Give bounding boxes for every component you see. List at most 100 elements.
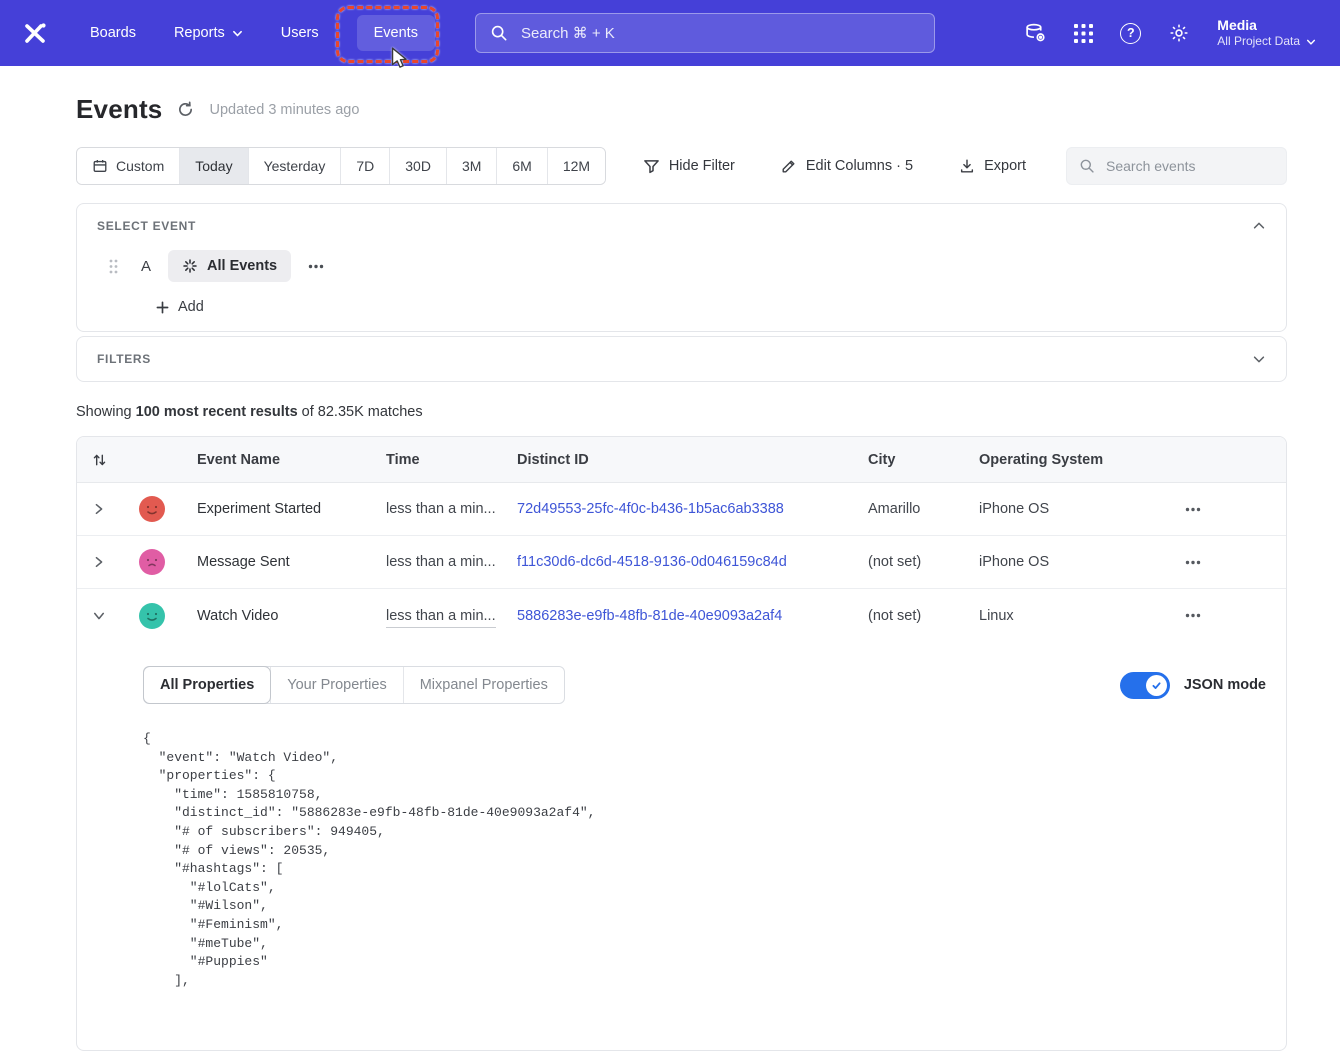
toolbar: Custom Today Yesterday 7D 30D 3M 6M 12M …: [76, 147, 1287, 185]
global-search-input[interactable]: [519, 24, 920, 43]
event-row-letter: A: [141, 258, 151, 275]
event-chip-label: All Events: [207, 258, 277, 274]
date-range-6m[interactable]: 6M: [496, 148, 546, 184]
events-table: Event Name Time Distinct ID City Operati…: [76, 436, 1287, 1051]
nav-item-users[interactable]: Users: [281, 25, 319, 41]
calendar-icon: [92, 158, 108, 174]
nav-item-reports[interactable]: Reports: [174, 25, 243, 41]
collapse-row-icon[interactable]: [86, 604, 112, 628]
hide-filter-button[interactable]: Hide Filter: [637, 157, 741, 176]
search-events-box[interactable]: [1066, 147, 1287, 185]
row-more-options-icon[interactable]: [1179, 501, 1207, 518]
page-title: Events: [76, 94, 162, 125]
chevron-down-icon[interactable]: [1252, 352, 1266, 366]
date-range-3m[interactable]: 3M: [446, 148, 496, 184]
results-summary: Showing 100 most recent results of 82.35…: [76, 404, 1287, 420]
event-name: Message Sent: [183, 554, 386, 570]
project-switcher[interactable]: Media All Project Data: [1217, 17, 1316, 50]
chevron-down-icon: [1306, 37, 1316, 47]
date-range-12m[interactable]: 12M: [547, 148, 605, 184]
table-header-row: Event Name Time Distinct ID City Operati…: [77, 437, 1286, 483]
primary-nav: Boards Reports Users Events: [90, 15, 435, 51]
top-navbar: Boards Reports Users Events: [0, 0, 1340, 66]
drag-handle-icon[interactable]: [108, 258, 119, 275]
event-time: less than a min...: [386, 501, 517, 517]
select-event-card: SELECT EVENT A: [76, 203, 1287, 332]
search-events-input[interactable]: [1104, 157, 1289, 175]
json-mode-toggle[interactable]: [1120, 672, 1170, 699]
add-event-button[interactable]: Add: [77, 282, 1286, 321]
last-updated-text: Updated 3 minutes ago: [209, 102, 359, 118]
event-time: less than a min...: [386, 554, 517, 570]
date-range-custom[interactable]: Custom: [77, 148, 179, 184]
tab-all-properties[interactable]: All Properties: [144, 667, 270, 703]
event-time: less than a min...: [386, 608, 496, 628]
download-icon: [959, 158, 975, 174]
table-row[interactable]: Watch Video less than a min... 5886283e-…: [77, 589, 1286, 642]
filters-card: FILTERS: [76, 336, 1287, 382]
export-button[interactable]: Export: [953, 157, 1032, 175]
refresh-icon[interactable]: [177, 101, 194, 118]
col-header-city[interactable]: City: [868, 452, 979, 468]
tab-mixpanel-properties[interactable]: Mixpanel Properties: [403, 667, 564, 703]
chevron-down-icon: [232, 28, 243, 39]
date-range-30d[interactable]: 30D: [389, 148, 446, 184]
date-range-7d[interactable]: 7D: [340, 148, 389, 184]
event-avatar: [139, 603, 165, 629]
col-header-os[interactable]: Operating System: [979, 452, 1163, 468]
filters-header[interactable]: FILTERS: [77, 337, 1286, 381]
project-name: Media: [1217, 17, 1316, 35]
date-range-yesterday[interactable]: Yesterday: [248, 148, 341, 184]
data-management-icon[interactable]: [1024, 22, 1047, 45]
expand-row-icon[interactable]: [87, 496, 111, 522]
edit-columns-button[interactable]: Edit Columns · 5: [775, 157, 919, 175]
apps-grid-icon[interactable]: [1074, 24, 1093, 43]
events-page: Events Updated 3 minutes ago Custom Toda…: [0, 94, 1340, 1051]
pencil-icon: [781, 158, 797, 174]
event-json-content: { "event": "Watch Video", "properties": …: [143, 730, 1266, 990]
search-icon: [490, 24, 508, 42]
event-more-options-icon[interactable]: [304, 260, 328, 273]
funnel-icon: [643, 158, 660, 175]
global-search[interactable]: [475, 13, 935, 53]
distinct-id-link[interactable]: 5886283e-e9fb-48fb-81de-40e9093a2af4: [517, 608, 868, 624]
table-row[interactable]: Message Sent less than a min... f11c30d6…: [77, 536, 1286, 589]
sort-icon[interactable]: [77, 452, 121, 468]
event-name: Experiment Started: [183, 501, 386, 517]
distinct-id-link[interactable]: 72d49553-25fc-4f0c-b436-1b5ac6ab3388: [517, 501, 868, 517]
date-range-today[interactable]: Today: [179, 148, 247, 184]
nav-label-users: Users: [281, 25, 319, 41]
event-selector-chip[interactable]: All Events: [168, 250, 291, 282]
select-event-title: SELECT EVENT: [97, 219, 196, 233]
distinct-id-link[interactable]: f11c30d6-dc6d-4518-9136-0d046159c84d: [517, 554, 868, 570]
chevron-up-icon[interactable]: [1252, 219, 1266, 233]
event-selector-row: A All Events: [77, 248, 1286, 282]
col-header-distinct-id[interactable]: Distinct ID: [517, 452, 868, 468]
table-row[interactable]: Experiment Started less than a min... 72…: [77, 483, 1286, 536]
mixpanel-logo-icon[interactable]: [22, 20, 48, 46]
all-events-icon: [182, 258, 198, 274]
expand-row-icon[interactable]: [87, 549, 111, 575]
toggle-knob: [1146, 675, 1167, 696]
col-header-time[interactable]: Time: [386, 452, 517, 468]
nav-label-boards: Boards: [90, 25, 136, 41]
event-avatar: [139, 496, 165, 522]
row-more-options-icon[interactable]: [1179, 607, 1207, 624]
results-count: 100 most recent results: [136, 404, 298, 420]
project-subtitle: All Project Data: [1217, 34, 1300, 49]
row-more-options-icon[interactable]: [1179, 554, 1207, 571]
json-mode-label: JSON mode: [1184, 677, 1266, 693]
filters-title: FILTERS: [97, 352, 151, 366]
settings-gear-icon[interactable]: [1168, 22, 1190, 44]
nav-item-events[interactable]: Events: [357, 15, 435, 51]
event-name: Watch Video: [183, 608, 386, 624]
col-header-event-name[interactable]: Event Name: [183, 452, 386, 468]
event-city: (not set): [868, 554, 979, 570]
tab-your-properties[interactable]: Your Properties: [270, 667, 402, 703]
event-avatar: [139, 549, 165, 575]
event-detail-panel: All Properties Your Properties Mixpanel …: [77, 642, 1286, 1050]
nav-item-boards[interactable]: Boards: [90, 25, 136, 41]
help-icon[interactable]: ?: [1120, 23, 1141, 44]
select-event-header[interactable]: SELECT EVENT: [77, 204, 1286, 248]
event-os: iPhone OS: [979, 501, 1163, 517]
